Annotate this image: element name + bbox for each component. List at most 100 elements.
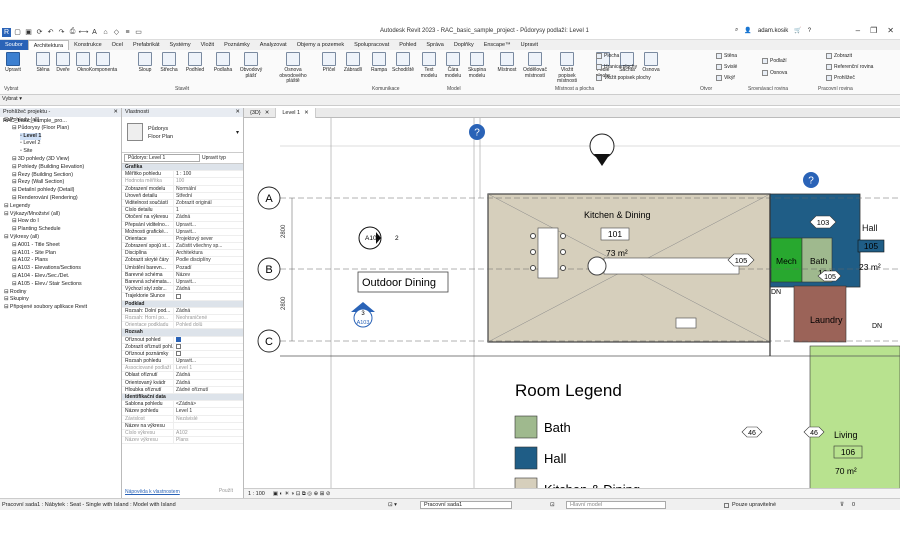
tool-2[interactable]: Dveře — [52, 52, 74, 74]
prop-row[interactable]: Šablona pohledu <Žádná> — [122, 401, 243, 409]
prop-value[interactable]: 1 — [174, 207, 243, 213]
help-icon[interactable]: ? — [469, 124, 485, 140]
tab-9[interactable]: Objemy a pozemek — [292, 40, 349, 50]
workset-dropdown[interactable]: Pracovní sada1 — [420, 501, 512, 509]
design-option-dropdown[interactable]: Hlavní model — [566, 501, 666, 509]
browser-item[interactable]: ⊟ Výkazy/Množství (all) — [0, 211, 121, 219]
tool-15[interactable]: Text modelu — [418, 52, 440, 79]
tool-22[interactable]: Šachta — [616, 52, 638, 74]
elevation-tag[interactable]: A104 2 — [358, 226, 399, 250]
ribbon-hranice[interactable]: Hranice plochy — [596, 64, 637, 70]
prop-value[interactable]: Zobrazit originál — [174, 200, 243, 206]
browser-item[interactable]: ⊟ A001 - Title Sheet — [0, 242, 121, 250]
status-icons[interactable]: ⊡ — [550, 502, 555, 508]
close-icon[interactable]: ✕ — [304, 108, 309, 118]
tool-20[interactable]: Vložit popisek místnosti — [556, 52, 578, 85]
ribbon-stena[interactable]: Stěna — [716, 53, 737, 59]
prop-row[interactable]: Viditelnost součástí Zobrazit originál — [122, 199, 243, 208]
prop-value[interactable]: Projektový sever — [174, 236, 243, 242]
tool-8[interactable]: Podlaha — [212, 52, 234, 74]
browser-item[interactable]: ⊟ Připojené soubory aplikace Revit — [0, 304, 121, 312]
status-icons[interactable]: ⊡ ▾ — [388, 502, 397, 508]
chevron-down-icon[interactable]: ▾ — [236, 129, 239, 136]
prop-row[interactable]: Zobrazit skryté čáry Podle disciplíny — [122, 257, 243, 265]
prop-value[interactable]: Normální — [174, 186, 243, 192]
prop-checkbox[interactable] — [176, 351, 181, 357]
prop-value[interactable]: Střední — [174, 193, 243, 199]
prop-row[interactable]: Disciplína Architektura — [122, 250, 243, 258]
browser-item[interactable]: ⊟ 3D pohledy (3D View) — [0, 156, 121, 164]
dimension-text[interactable]: 2800 — [281, 224, 287, 238]
measure-icon[interactable]: ⟷ — [78, 28, 88, 37]
tool-13[interactable]: Rampa — [368, 52, 390, 74]
prop-value[interactable]: Level 1 — [174, 365, 243, 371]
redo-icon[interactable]: ↷ — [57, 28, 66, 37]
prop-checkbox[interactable] — [176, 336, 181, 342]
browser-item[interactable]: ⊟ How do I — [0, 218, 121, 226]
tool-5[interactable]: Sloup — [134, 52, 156, 74]
drawing-canvas[interactable]: 2800 2800 A B C ? ? A104 2 Outdoor Dining… — [244, 118, 900, 498]
prop-value[interactable]: Upravit... — [174, 229, 243, 235]
prop-value[interactable]: Žádná — [174, 214, 243, 220]
cart-icon[interactable]: 🛒 — [794, 27, 801, 34]
tool-14[interactable]: Schodiště — [392, 52, 414, 74]
prop-row[interactable]: Hodnota měřítka 100 — [122, 178, 243, 186]
sync-icon[interactable]: ⟳ — [35, 28, 44, 37]
tab-1[interactable]: Architektura — [27, 40, 70, 50]
wall-tag[interactable]: 46 — [741, 426, 763, 438]
prop-row[interactable]: Měřítko pohledu 1 : 100 — [122, 171, 243, 179]
prop-row[interactable]: Zobrazení spojů st... Začistit všechny sp… — [122, 243, 243, 251]
prop-value[interactable]: A102 — [174, 430, 243, 436]
prop-value[interactable]: Pozadí — [174, 265, 243, 271]
prop-row[interactable]: Název pohledu Level 1 — [122, 408, 243, 416]
tool-10[interactable]: Osnova obvodového pláště — [279, 52, 307, 85]
browser-item[interactable]: ⊟ A101 - Site Plan — [0, 250, 121, 258]
prop-value[interactable]: Nezávislé — [174, 416, 243, 422]
prop-value[interactable]: Žádná — [174, 372, 243, 378]
tab-15[interactable]: Upravit — [516, 40, 543, 50]
prop-row[interactable]: Otočení na výkresu Žádná — [122, 214, 243, 222]
user-name[interactable]: adam.kosik — [758, 28, 788, 34]
prop-value[interactable]: Upravit... — [174, 358, 243, 364]
prop-row[interactable]: Možnosti grafické... Upravit... — [122, 228, 243, 236]
tool-17[interactable]: Skupina modelu — [466, 52, 488, 79]
help-icon[interactable]: ? — [803, 172, 819, 188]
ribbon-plocha[interactable]: Plocha — [596, 53, 619, 59]
wall-tag[interactable]: 105 — [727, 253, 755, 267]
browser-item[interactable]: ⊟ Řezy (Wall Section) — [0, 179, 121, 187]
prop-value[interactable]: Neohraničené — [174, 315, 243, 321]
prop-value[interactable]: Architektura — [174, 250, 243, 256]
elevation-marker[interactable] — [589, 133, 615, 166]
section-marker[interactable]: 3A103 — [351, 302, 375, 328]
prop-row[interactable]: Hloubka oříznutí Žádné oříznutí — [122, 386, 243, 394]
text-icon[interactable]: A — [90, 28, 99, 37]
prop-row[interactable]: Rozsah pohledu Upravit... — [122, 358, 243, 366]
view-tab[interactable]: {3D} ✕ — [244, 108, 277, 118]
tab-10[interactable]: Spolupracovat — [349, 40, 394, 50]
close-icon[interactable]: ✕ — [265, 108, 270, 118]
tool-4[interactable]: Komponenta — [89, 52, 117, 74]
prop-row[interactable]: Orientace podkladu Pohled dolů — [122, 322, 243, 330]
prop-section[interactable]: Grafika — [122, 164, 243, 172]
prop-value[interactable]: Pohled dolů — [174, 322, 243, 328]
undo-icon[interactable]: ↶ — [46, 28, 55, 37]
ribbon-svisle[interactable]: Svislé — [716, 64, 737, 70]
tool-1[interactable]: Stěna — [32, 52, 54, 74]
type-selector[interactable]: Půdorys Floor Plan ▾ — [122, 117, 243, 153]
prop-row[interactable]: Oříznout pohled — [122, 336, 243, 344]
prop-value[interactable]: Žádná — [174, 308, 243, 314]
browser-item[interactable]: ▫ Site — [0, 148, 121, 156]
prop-row[interactable]: Barevná schémata... Upravit... — [122, 279, 243, 287]
prop-value[interactable] — [174, 293, 243, 299]
close-icon[interactable]: ✕ — [235, 108, 240, 117]
tool-7[interactable]: Podhled — [184, 52, 206, 74]
kitchen-island[interactable] — [587, 256, 740, 276]
browser-item[interactable]: ⊟ Pohledy (all) — [0, 117, 121, 125]
browser-item[interactable]: ⊟ Legendy — [0, 203, 121, 211]
save-icon[interactable]: ▣ — [24, 28, 33, 37]
prop-row[interactable]: Oblast oříznutí Žádná — [122, 372, 243, 380]
prop-row[interactable]: Úroveň detailu Střední — [122, 192, 243, 200]
tab-0[interactable]: Soubor — [0, 40, 28, 50]
tool-9[interactable]: Obvodový plášť — [240, 52, 262, 79]
prop-row[interactable]: Oříznout poznámky — [122, 350, 243, 359]
